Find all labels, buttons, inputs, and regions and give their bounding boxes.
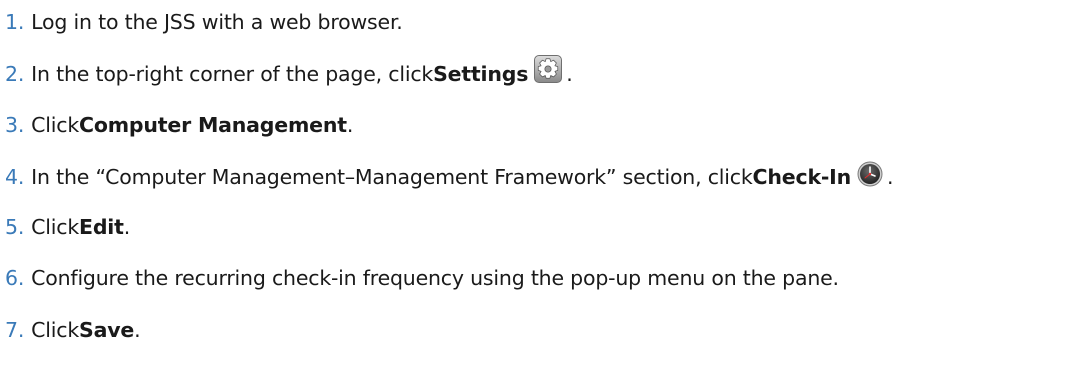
check-in-label: Check-In <box>752 165 852 189</box>
step-2: 2. In the top-right corner of the page, … <box>5 55 573 89</box>
step-text: In the “Computer Management–Management F… <box>31 165 753 189</box>
gear-icon-graphic <box>534 55 563 83</box>
step-3: 3. Click Computer Management . <box>5 110 353 140</box>
step-text-end: . <box>123 215 131 239</box>
step-6: 6. Configure the recurring check-in freq… <box>5 263 839 293</box>
save-label: Save <box>79 318 135 342</box>
step-number: 5. <box>5 215 25 239</box>
step-number: 6. <box>5 266 25 290</box>
instruction-steps: 1. Log in to the JSS with a web browser.… <box>0 0 1089 392</box>
step-text: Click <box>31 215 80 239</box>
computer-management-label: Computer Management <box>79 113 347 137</box>
clock-icon-graphic <box>857 161 883 187</box>
clock-icon <box>857 161 883 187</box>
step-number: 3. <box>5 113 25 137</box>
gear-icon <box>534 55 563 83</box>
step-text: Log in to the JSS with a web browser. <box>31 10 403 34</box>
step-4: 4. In the “Computer Management–Managemen… <box>5 161 894 192</box>
settings-label: Settings <box>433 62 529 86</box>
step-number: 2. <box>5 62 25 86</box>
step-1: 1. Log in to the JSS with a web browser. <box>5 7 403 37</box>
step-number: 1. <box>5 10 25 34</box>
step-5: 5. Click Edit . <box>5 212 130 242</box>
step-text-end: . <box>566 62 573 86</box>
step-number: 4. <box>5 165 25 189</box>
step-text: Configure the recurring check-in frequen… <box>31 266 839 290</box>
step-text-end: . <box>346 113 354 137</box>
step-text: Click <box>31 113 80 137</box>
step-text: In the top-right corner of the page, cli… <box>31 62 434 86</box>
step-7: 7. Click Save . <box>5 315 141 345</box>
step-text-end: . <box>887 165 894 189</box>
step-text: Click <box>31 318 80 342</box>
step-text-end: . <box>134 318 141 342</box>
edit-label: Edit <box>79 215 124 239</box>
step-number: 7. <box>5 318 25 342</box>
